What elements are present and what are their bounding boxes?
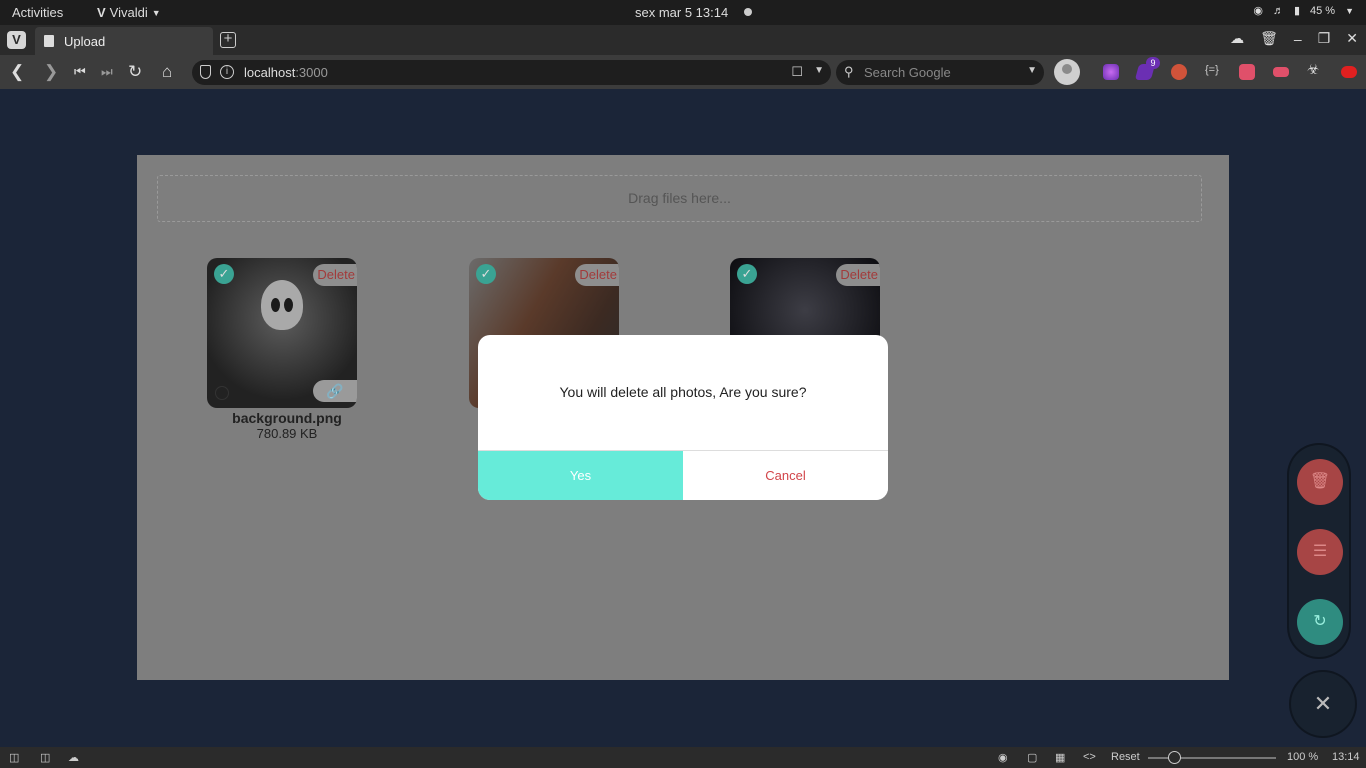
back-button[interactable]: ❮ bbox=[10, 62, 24, 82]
address-field[interactable]: i localhost:3000 ☐ ▼ bbox=[192, 60, 831, 85]
yes-button[interactable]: Yes bbox=[478, 451, 683, 500]
chevron-down-icon: ▼ bbox=[151, 7, 161, 18]
delete-button[interactable]: Delete bbox=[575, 264, 619, 286]
confirm-dialog: You will delete all photos, Are you sure… bbox=[478, 335, 888, 500]
extension-fox-icon[interactable] bbox=[1171, 64, 1187, 80]
extension-orb-icon[interactable] bbox=[1103, 64, 1119, 80]
vivaldi-icon: V bbox=[97, 5, 106, 20]
tab-bar: V Upload + ☁ 🗑 – ❐ ✕ bbox=[0, 25, 1366, 55]
window-controls: ☁ 🗑 – ❐ ✕ bbox=[1230, 30, 1358, 47]
cloud-sync-icon[interactable]: ☁ bbox=[1230, 30, 1244, 47]
info-icon[interactable]: i bbox=[220, 65, 234, 79]
bookmark-icon[interactable]: ☐ bbox=[791, 64, 803, 80]
dialog-buttons: Yes Cancel bbox=[478, 450, 888, 500]
profile-avatar[interactable] bbox=[1054, 59, 1080, 85]
zoom-level: 100 % bbox=[1287, 751, 1319, 763]
delete-selected-button[interactable]: 🗑 bbox=[1297, 459, 1343, 505]
url-text[interactable]: localhost:3000 bbox=[244, 65, 328, 80]
delete-all-button[interactable]: ☰ bbox=[1297, 529, 1343, 575]
status-time: 13:14 bbox=[1332, 751, 1360, 763]
cancel-button[interactable]: Cancel bbox=[683, 451, 888, 500]
page-content: Drag files here... ✓ Delete 🔗 background… bbox=[0, 89, 1366, 747]
delete-button[interactable]: Delete bbox=[836, 264, 880, 286]
panel-toggle-icon[interactable]: ◫ bbox=[9, 751, 19, 764]
volume-icon: ♬ bbox=[1272, 4, 1284, 17]
status-bar: ◫ ◫ ☁ ◉ ▢ ▦ <> Reset 100 % 13:14 bbox=[0, 747, 1366, 768]
wifi-icon: ◉ bbox=[1253, 5, 1263, 17]
trash-icon[interactable]: 🗑 bbox=[1260, 30, 1278, 47]
new-tab-button[interactable]: + bbox=[220, 31, 236, 48]
vivaldi-menu-icon[interactable]: V bbox=[7, 31, 26, 49]
extension-code-icon[interactable]: {=} bbox=[1205, 64, 1221, 80]
code-icon[interactable]: <> bbox=[1083, 751, 1096, 763]
forward-button[interactable]: ❯ bbox=[44, 62, 58, 82]
dropzone[interactable]: Drag files here... bbox=[157, 175, 1202, 222]
battery-icon: ▮ bbox=[1293, 5, 1300, 17]
minimize-button[interactable]: – bbox=[1294, 31, 1302, 47]
zoom-reset-button[interactable]: Reset bbox=[1111, 751, 1140, 763]
navigation-bar: ❮ ❯ ⏮ ⏭ ↻ ⌂ i localhost:3000 ☐ ▼ ⚲ Searc… bbox=[0, 55, 1366, 89]
delete-button[interactable]: Delete bbox=[313, 264, 357, 286]
close-fab-button[interactable]: ✕ bbox=[1291, 672, 1355, 736]
photo-thumbnail bbox=[261, 280, 303, 330]
home-button[interactable]: ⌂ bbox=[162, 62, 172, 82]
tab-label: Upload bbox=[64, 34, 106, 49]
rewind-button[interactable]: ⏮ bbox=[74, 62, 86, 82]
tab-upload[interactable]: Upload bbox=[35, 27, 213, 55]
activities-button[interactable]: Activities bbox=[12, 5, 63, 20]
check-icon[interactable]: ✓ bbox=[476, 264, 496, 284]
system-top-bar: Activities V Vivaldi ▼ sex mar 5 13:14 ◉… bbox=[0, 0, 1366, 25]
search-icon: ⚲ bbox=[844, 64, 854, 79]
url-port: :3000 bbox=[295, 65, 328, 80]
photo-card[interactable]: ✓ Delete 🔗 bbox=[207, 258, 357, 408]
close-button[interactable]: ✕ bbox=[1346, 30, 1358, 47]
chevron-down-icon: ▼ bbox=[1345, 5, 1354, 16]
extension-badge: 9 bbox=[1146, 57, 1160, 69]
image-icon[interactable]: ▦ bbox=[1055, 751, 1065, 764]
extension-youtube-icon[interactable] bbox=[1341, 66, 1357, 78]
extension-gnome-icon[interactable]: ☣ bbox=[1307, 61, 1323, 77]
cloud-icon[interactable]: ☁ bbox=[68, 751, 79, 764]
maximize-button[interactable]: ❐ bbox=[1318, 30, 1331, 47]
search-field[interactable]: ⚲ Search Google ▼ bbox=[836, 60, 1044, 85]
notification-dot-icon bbox=[744, 8, 752, 16]
dialog-message: You will delete all photos, Are you sure… bbox=[559, 384, 807, 400]
reload-button[interactable]: ↻ bbox=[128, 62, 142, 82]
chevron-down-icon[interactable]: ▼ bbox=[814, 65, 824, 76]
battery-level: 45 % bbox=[1310, 4, 1336, 17]
url-host: localhost bbox=[244, 65, 296, 80]
zoom-slider-handle[interactable] bbox=[1168, 751, 1181, 764]
file-name: background.png bbox=[232, 410, 342, 426]
camera-icon[interactable]: ◉ bbox=[998, 751, 1008, 764]
app-menu[interactable]: V Vivaldi ▼ bbox=[97, 5, 161, 20]
shield-icon[interactable] bbox=[200, 65, 211, 79]
system-tray[interactable]: ◉ ♬ ▮ 45 % ▼ bbox=[1253, 4, 1354, 18]
tile-icon[interactable]: ◫ bbox=[40, 751, 50, 764]
extension-video-icon[interactable] bbox=[1273, 67, 1289, 77]
extension-calendar-icon[interactable] bbox=[1239, 64, 1255, 80]
window-icon[interactable]: ▢ bbox=[1027, 751, 1037, 764]
search-placeholder: Search Google bbox=[864, 65, 951, 80]
check-icon[interactable]: ✓ bbox=[214, 264, 234, 284]
link-icon[interactable]: 🔗 bbox=[313, 380, 357, 402]
page-icon bbox=[44, 35, 54, 47]
fab-panel: 🗑 ☰ ↻ bbox=[1289, 445, 1349, 657]
chevron-down-icon[interactable]: ▼ bbox=[1027, 65, 1037, 76]
file-size: 780.89 KB bbox=[256, 426, 318, 441]
select-radio[interactable] bbox=[215, 386, 229, 400]
check-icon[interactable]: ✓ bbox=[737, 264, 757, 284]
app-name: Vivaldi bbox=[109, 5, 148, 20]
fast-forward-button[interactable]: ⏭ bbox=[101, 62, 113, 82]
refresh-button[interactable]: ↻ bbox=[1297, 599, 1343, 645]
clock[interactable]: sex mar 5 13:14 bbox=[635, 5, 728, 20]
